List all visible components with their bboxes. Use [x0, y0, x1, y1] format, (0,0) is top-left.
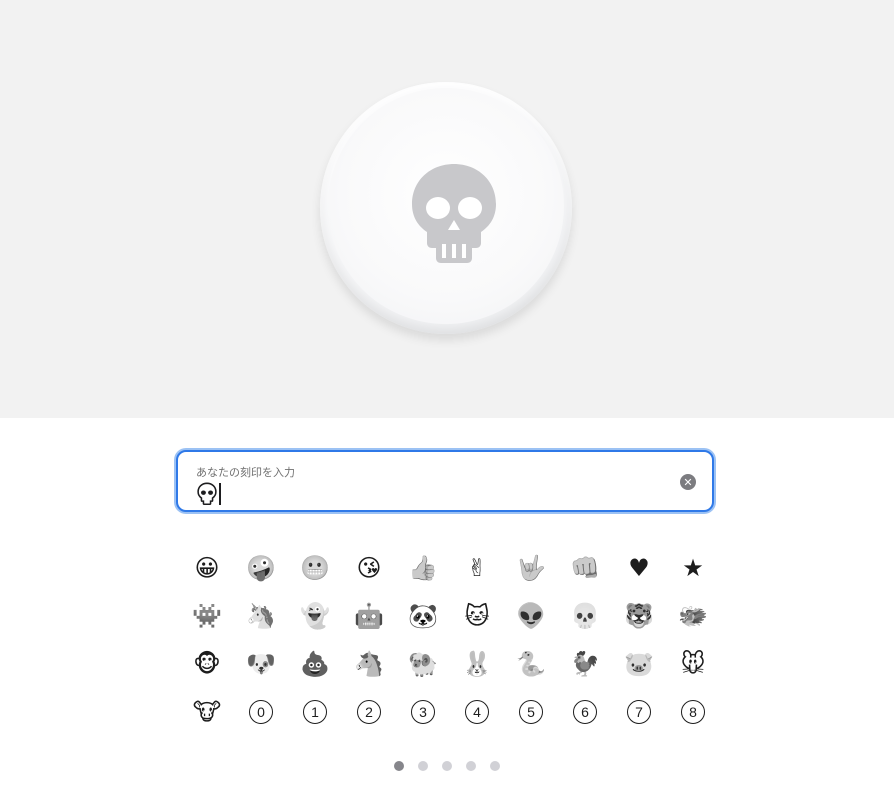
number-6-button[interactable]: 6	[569, 696, 601, 728]
ram-icon[interactable]: 🐏	[407, 648, 439, 680]
rooster-icon[interactable]: 🐓	[569, 648, 601, 680]
circled-digit-0-icon: 0	[249, 700, 273, 724]
number-8-button[interactable]: 8	[677, 696, 709, 728]
thumbs-up-icon[interactable]: 👍	[407, 552, 439, 584]
number-0-button[interactable]: 0	[245, 696, 277, 728]
page-indicator	[394, 761, 500, 771]
circled-digit-6-icon: 6	[573, 700, 597, 724]
star-icon[interactable]: ★	[677, 552, 709, 584]
rabbit-icon[interactable]: 🐰	[461, 648, 493, 680]
horse-icon[interactable]: 🐴	[353, 648, 385, 680]
circled-digit-1-icon: 1	[303, 700, 327, 724]
circled-digit-5-icon: 5	[519, 700, 543, 724]
circled-digit-7-icon: 7	[627, 700, 651, 724]
grimacing-face-icon[interactable]: 😬	[299, 552, 331, 584]
clear-icon: ✕	[683, 475, 693, 489]
face-blowing-kiss-icon[interactable]: 😘	[353, 552, 385, 584]
monkey-icon[interactable]: 🐵	[191, 648, 223, 680]
page-dot-1[interactable]	[394, 761, 404, 771]
text-caret	[219, 483, 221, 505]
emoji-picker-grid: 😀 🤪 😬 😘 👍 ✌ 🤟 👊 ♥ ★ 👾 🦄 👻 🤖 🐼 🐱 👽 💀 🐯 🐲 🐵 🐶 💩 🐴 🐏 🐰 🐍 🐓 🐷 🐭 🐮 0 1 2 3 4 5 6 7 8	[180, 544, 714, 736]
oncoming-fist-icon[interactable]: 👊	[569, 552, 601, 584]
engraving-input-value[interactable]	[196, 482, 221, 506]
engraving-input[interactable]: あなたの刻印を入力 ✕	[176, 450, 714, 512]
dog-icon[interactable]: 🐶	[245, 648, 277, 680]
number-1-button[interactable]: 1	[299, 696, 331, 728]
page-dot-4[interactable]	[466, 761, 476, 771]
cat-icon[interactable]: 🐱	[461, 600, 493, 632]
alien-monster-icon[interactable]: 👾	[191, 600, 223, 632]
number-3-button[interactable]: 3	[407, 696, 439, 728]
zany-face-icon[interactable]: 🤪	[245, 552, 277, 584]
pile-of-poo-icon[interactable]: 💩	[299, 648, 331, 680]
skull-icon[interactable]: 💀	[569, 600, 601, 632]
engraving-input-label: あなたの刻印を入力	[196, 466, 295, 479]
heart-icon[interactable]: ♥	[623, 552, 655, 584]
circled-digit-2-icon: 2	[357, 700, 381, 724]
robot-icon[interactable]: 🤖	[353, 600, 385, 632]
page-dot-5[interactable]	[490, 761, 500, 771]
engraving-preview	[0, 0, 894, 418]
circled-digit-3-icon: 3	[411, 700, 435, 724]
pig-icon[interactable]: 🐷	[623, 648, 655, 680]
panda-icon[interactable]: 🐼	[407, 600, 439, 632]
engraving-skull-icon	[374, 134, 534, 294]
page-dot-2[interactable]	[418, 761, 428, 771]
number-5-button[interactable]: 5	[515, 696, 547, 728]
snake-icon[interactable]: 🐍	[515, 648, 547, 680]
victory-hand-icon[interactable]: ✌	[461, 552, 493, 584]
mouse-icon[interactable]: 🐭	[677, 648, 709, 680]
number-4-button[interactable]: 4	[461, 696, 493, 728]
number-7-button[interactable]: 7	[623, 696, 655, 728]
clear-button[interactable]: ✕	[680, 474, 696, 490]
skull-icon	[197, 482, 217, 505]
unicorn-icon[interactable]: 🦄	[245, 600, 277, 632]
number-2-button[interactable]: 2	[353, 696, 385, 728]
dragon-icon[interactable]: 🐲	[677, 600, 709, 632]
circled-digit-8-icon: 8	[681, 700, 705, 724]
circled-digit-4-icon: 4	[465, 700, 489, 724]
grinning-face-icon[interactable]: 😀	[191, 552, 223, 584]
cow-icon[interactable]: 🐮	[191, 696, 223, 728]
love-you-gesture-icon[interactable]: 🤟	[515, 552, 547, 584]
alien-icon[interactable]: 👽	[515, 600, 547, 632]
airtag-image	[320, 82, 572, 334]
ghost-icon[interactable]: 👻	[299, 600, 331, 632]
tiger-icon[interactable]: 🐯	[623, 600, 655, 632]
skull-icon	[412, 164, 496, 263]
page-dot-3[interactable]	[442, 761, 452, 771]
